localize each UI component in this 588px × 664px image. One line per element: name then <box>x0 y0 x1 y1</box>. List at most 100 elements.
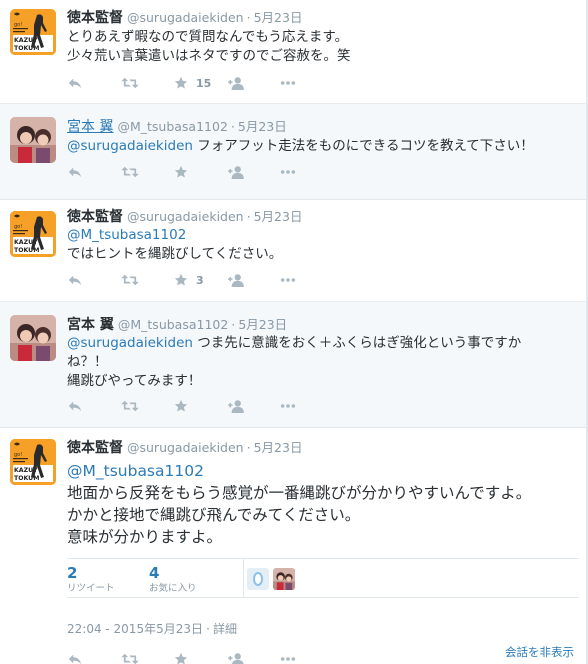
tweet[interactable]: 宮本 翼 @M_tsubasa1102 · 5月23日 @surugadaiekide… <box>0 104 588 200</box>
expanded-tweet[interactable]: 徳本監督 @surugadaiekiden · 5月23日 @M_tsubasa110… <box>0 428 588 664</box>
display-name[interactable]: 徳本監督 <box>67 10 123 26</box>
tweet-text-content: フォアフット走法をものにできるコツを教えて下さい！ <box>192 138 534 154</box>
retweet-icon <box>121 652 139 664</box>
retweet-label: リツイート <box>67 583 115 594</box>
display-name[interactable]: 宮本 翼 <box>67 317 114 333</box>
details-link[interactable]: 詳細 <box>213 622 237 636</box>
avatar[interactable] <box>10 9 56 55</box>
tweet-date[interactable]: 5月23日 <box>254 10 303 25</box>
follow-icon <box>227 165 245 179</box>
more-icon <box>280 277 296 283</box>
follow-button[interactable] <box>227 649 280 664</box>
mention-link[interactable]: @M_tsubasa1102 <box>67 226 282 245</box>
retweet-button[interactable] <box>121 396 174 416</box>
favorite-button[interactable]: 15 <box>174 73 227 93</box>
tweet-text-line: かかと接地で縄跳び飛んでみてください。 <box>67 506 361 524</box>
favorite-icon <box>174 165 188 179</box>
favoriter-avatar[interactable] <box>273 568 295 590</box>
reply-button[interactable] <box>68 649 121 664</box>
retweet-count: 2 <box>67 564 78 582</box>
favorite-icon <box>174 652 188 664</box>
tweet-text-line: ではヒントを縄跳びしてください。 <box>67 246 283 262</box>
follow-button[interactable] <box>227 396 280 416</box>
more-button[interactable] <box>280 73 333 93</box>
favorite-label: お気に入り <box>149 583 197 594</box>
favoriter-avatar[interactable] <box>247 568 269 590</box>
follow-button[interactable] <box>227 270 280 290</box>
more-button[interactable] <box>280 270 333 290</box>
reply-icon <box>68 273 82 287</box>
user-handle[interactable]: @M_tsubasa1102 <box>117 119 227 134</box>
display-name[interactable]: 徳本監督 <box>67 209 123 225</box>
tweet-text-content: つま先に意識をおく＋ふくらはぎ強化という事ですか <box>192 335 522 351</box>
reply-button[interactable] <box>68 396 121 416</box>
tweet-date[interactable]: 5月23日 <box>254 440 303 455</box>
tweet-actions <box>68 162 333 182</box>
avatar[interactable] <box>10 315 56 361</box>
reply-button[interactable] <box>68 270 121 290</box>
retweet-button[interactable] <box>121 649 174 664</box>
favorite-count: 4 <box>149 564 160 582</box>
user-handle[interactable]: @surugadaiekiden <box>127 209 244 224</box>
tweet-text: @surugadaiekiden つま先に意識をおく＋ふくらはぎ強化という事です… <box>67 334 521 391</box>
favorite-stat[interactable]: 4 お気に入り <box>149 565 197 595</box>
reply-icon <box>68 652 82 664</box>
follow-button[interactable] <box>227 162 280 182</box>
avatar[interactable] <box>10 439 56 485</box>
user-handle[interactable]: @M_tsubasa1102 <box>118 317 228 332</box>
tweet-text-line: とりあえず暇なので質問なんでもう応えます。 <box>67 29 349 45</box>
follow-button[interactable] <box>227 73 280 93</box>
user-handle[interactable]: @surugadaiekiden <box>127 440 244 455</box>
tweet-header: 宮本 翼 @M_tsubasa1102 · 5月23日 <box>67 118 287 136</box>
tweet-text-line: ね？！ <box>67 354 108 370</box>
favorite-count: 15 <box>196 76 212 90</box>
retweet-button[interactable] <box>121 73 174 93</box>
follow-icon <box>227 399 245 413</box>
tweet[interactable]: 徳本監督 @surugadaiekiden · 5月23日 とりあえず暇なので質問なん… <box>0 0 588 104</box>
avatar[interactable] <box>10 211 56 257</box>
mention-link[interactable]: @M_tsubasa1102 <box>67 460 531 482</box>
display-name[interactable]: 宮本 翼 <box>67 119 113 135</box>
user-handle[interactable]: @surugadaiekiden <box>127 10 244 25</box>
reply-icon <box>68 399 82 413</box>
tweet[interactable]: 宮本 翼 @M_tsubasa1102 · 5月23日 @surugadaiekide… <box>0 302 588 428</box>
reply-button[interactable] <box>68 73 121 93</box>
hide-conversation-link[interactable]: 会話を非表示 <box>505 644 574 660</box>
tweet-header: 徳本監督 @surugadaiekiden · 5月23日 <box>67 439 302 457</box>
reply-button[interactable] <box>68 162 121 182</box>
tweet-text: @M_tsubasa1102 ではヒントを縄跳びしてください。 <box>67 226 282 264</box>
separator-dot: · <box>230 119 235 134</box>
more-button[interactable] <box>280 649 333 664</box>
tweet-date[interactable]: 5月23日 <box>254 209 303 224</box>
favorite-button[interactable]: 3 <box>174 270 227 290</box>
conversation-feed: 徳本監督 @surugadaiekiden · 5月23日 とりあえず暇なので質問なん… <box>0 0 588 664</box>
favorite-button[interactable] <box>174 649 227 664</box>
tweet[interactable]: 徳本監督 @surugadaiekiden · 5月23日 @M_tsubasa110… <box>0 200 588 302</box>
more-icon <box>280 169 296 175</box>
tweet-text-line: @surugadaiekiden フォアフット走法をものにできるコツを教えて下さ… <box>67 137 534 156</box>
favorite-button[interactable] <box>174 162 227 182</box>
more-icon <box>280 656 296 662</box>
more-button[interactable] <box>280 396 333 416</box>
reply-icon <box>68 76 82 90</box>
separator-dot: · <box>246 209 251 224</box>
tweet-text-line: 意味が分かりますよ。 <box>67 528 223 546</box>
favorite-icon <box>174 273 188 287</box>
tweet-date[interactable]: 5月23日 <box>238 119 287 134</box>
more-button[interactable] <box>280 162 333 182</box>
tweet-timestamp[interactable]: 22:04 - 2015年5月23日 <box>67 622 203 636</box>
retweet-button[interactable] <box>121 270 174 290</box>
tweet-text-line: @surugadaiekiden つま先に意識をおく＋ふくらはぎ強化という事です… <box>67 334 521 353</box>
retweet-stat[interactable]: 2 リツイート <box>67 565 115 595</box>
display-name[interactable]: 徳本監督 <box>67 440 123 456</box>
mention-link[interactable]: @surugadaiekiden <box>67 138 193 154</box>
favorite-button[interactable] <box>174 396 227 416</box>
divider <box>243 559 244 597</box>
tweet-date[interactable]: 5月23日 <box>238 317 287 332</box>
tweet-text: @surugadaiekiden フォアフット走法をものにできるコツを教えて下さ… <box>67 137 534 156</box>
mention-link[interactable]: @surugadaiekiden <box>67 335 193 351</box>
more-icon <box>280 403 296 409</box>
tweet-stats: 2 リツイート 4 お気に入り <box>67 558 579 598</box>
avatar[interactable] <box>10 117 56 163</box>
retweet-button[interactable] <box>121 162 174 182</box>
